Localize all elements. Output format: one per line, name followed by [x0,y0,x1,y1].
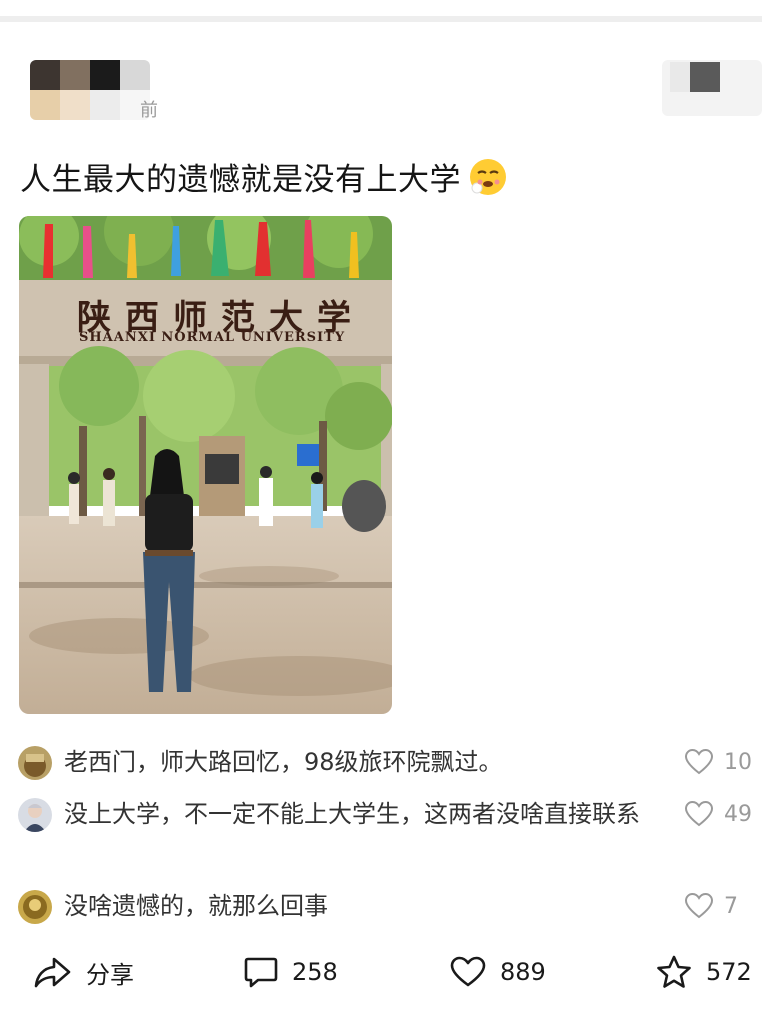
commenter-avatar[interactable] [18,798,52,832]
divider [0,16,762,22]
comment-button[interactable]: 258 [244,944,338,1000]
comment-text: 没上大学，不一定不能上大学生，这两者没啥直接联系 [64,800,640,828]
share-button[interactable]: 分享 [34,944,134,1000]
comment-count: 258 [292,958,338,986]
sweating-face-emoji-icon [470,158,506,195]
top-strip [0,0,762,22]
post-time: 前 [140,100,158,121]
comment-like-count: 10 [724,749,752,775]
heart-outline-icon [684,800,714,827]
post-header: 前 [0,56,762,126]
share-arrow-icon [34,957,71,988]
comment-bubble-icon [244,957,278,988]
commenter-avatar[interactable] [18,890,52,924]
comment-like-button[interactable]: 49 [684,800,752,828]
share-label: 分享 [86,960,134,989]
comment-like-button[interactable]: 7 [684,892,738,920]
avatar-image [18,798,52,832]
favorite-count: 572 [706,958,752,986]
heart-outline-icon [684,748,714,775]
gate-sign-english: SHAANXI NORMAL UNIVERSITY [79,330,346,345]
follow-button-blurred[interactable] [662,60,762,116]
star-outline-icon [657,955,691,988]
commenter-avatar[interactable] [18,746,52,780]
post-title-text: 人生最大的遗憾就是没有上大学 [20,162,461,198]
like-button[interactable]: 889 [450,944,546,1000]
comment-like-button[interactable]: 10 [684,748,752,776]
like-count: 889 [500,958,546,986]
comment-text: 老西门，师大路回忆，98级旅环院飘过。 [64,748,503,776]
post-photo[interactable]: 陕西师范大学 SHAANXI NORMAL UNIVERSITY [19,216,392,714]
comment-like-count: 7 [724,893,738,919]
favorite-button[interactable]: 572 [656,944,752,1000]
post-action-bar: 分享 258 889 572 [0,944,762,1000]
comment-like-count: 49 [724,801,752,827]
avatar-image [18,890,52,924]
post-title: 人生最大的遗憾就是没有上大学 [20,154,509,199]
heart-outline-icon [684,892,714,919]
avatar-image [18,746,52,780]
comment-text: 没啥遗憾的，就那么回事 [64,892,328,920]
heart-outline-icon [450,956,486,987]
author-avatar-blurred[interactable] [30,60,150,120]
